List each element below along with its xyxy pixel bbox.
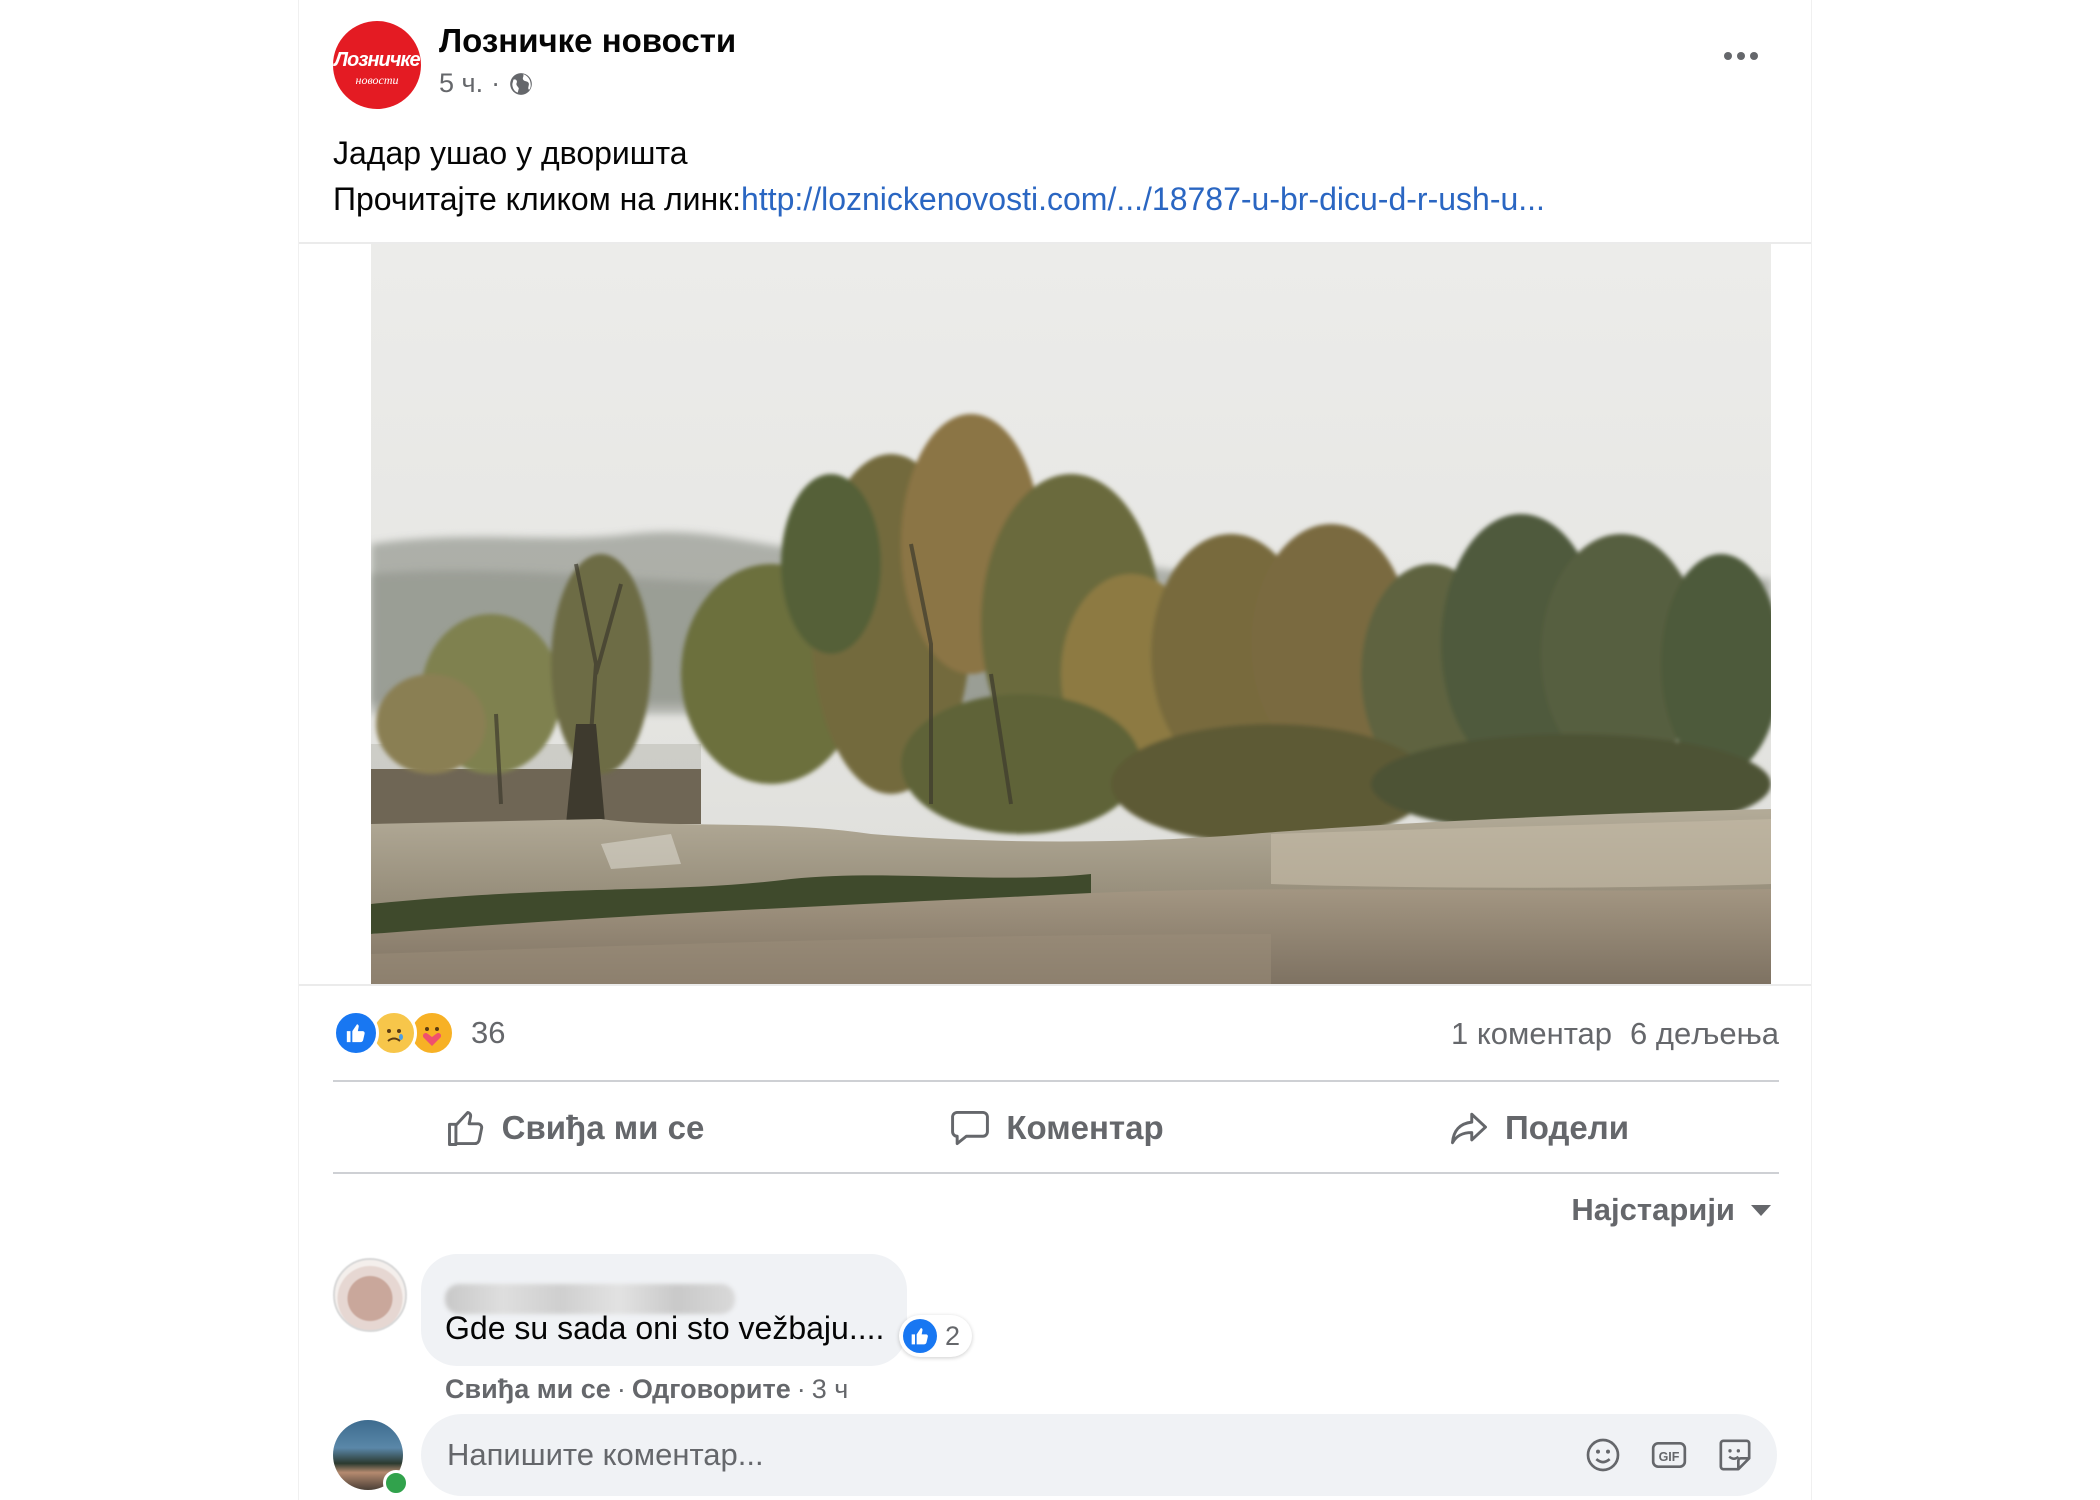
svg-text:GIF: GIF xyxy=(1659,1450,1680,1464)
comment-sort-dropdown[interactable]: Најстарији xyxy=(1571,1192,1771,1228)
sticker-icon[interactable] xyxy=(1715,1435,1755,1475)
page-avatar[interactable]: Лозничке новости xyxy=(333,21,421,109)
globe-icon xyxy=(510,72,532,95)
page-name[interactable]: Лозничке новости xyxy=(439,22,736,60)
post-card: Лозничке новости Лозничке новости 5 ч. ·… xyxy=(298,0,1812,1500)
comment-text: Gde su sada oni sto vežbaju.... xyxy=(445,1310,885,1346)
comment-actions: Свиђа ми се · Одговорите · 3 ч xyxy=(445,1374,848,1405)
post-text-line2: Прочитајте кликом на линк:http://loznick… xyxy=(333,176,1545,222)
comment-button[interactable]: Коментар xyxy=(815,1084,1297,1172)
logo-text-bottom: новости xyxy=(355,73,399,87)
comment-bubble: Gde su sada oni sto vežbaju.... xyxy=(421,1254,907,1366)
comment-time[interactable]: 3 ч xyxy=(812,1374,849,1405)
reactions-summary[interactable]: 36 xyxy=(333,1010,505,1056)
logo-text-top: Лозничке xyxy=(334,49,420,71)
thumbs-up-icon xyxy=(447,1110,483,1146)
post-actions: Свиђа ми се Коментар Подели xyxy=(333,1084,1779,1172)
comment-count[interactable]: 1 коментар xyxy=(1451,1016,1612,1052)
share-count[interactable]: 6 дељења xyxy=(1630,1016,1779,1052)
post-time[interactable]: 5 ч. xyxy=(439,68,483,99)
post-meta: 5 ч. · xyxy=(439,68,534,99)
sort-label: Најстарији xyxy=(1571,1192,1735,1227)
share-label: Подели xyxy=(1505,1109,1629,1146)
like-label: Свиђа ми се xyxy=(501,1109,705,1146)
post-text: Јадар ушао у дворишта Прочитајте кликом … xyxy=(333,130,1545,222)
like-reaction-icon xyxy=(903,1319,937,1353)
divider xyxy=(299,984,1811,986)
comment-input[interactable] xyxy=(445,1436,1549,1474)
article-link[interactable]: http://loznickenovosti.com/.../18787-u-b… xyxy=(741,181,1545,217)
comment-reactions[interactable]: 2 xyxy=(899,1315,973,1357)
like-button[interactable]: Свиђа ми се xyxy=(333,1084,815,1172)
post-text-prefix: Прочитајте кликом на линк: xyxy=(333,181,742,217)
caret-down-icon xyxy=(1751,1204,1771,1216)
comment-bubble-icon xyxy=(951,1110,990,1146)
comment-reply-link[interactable]: Одговорите xyxy=(632,1374,791,1405)
meta-separator: · xyxy=(491,68,501,98)
gif-icon[interactable]: GIF xyxy=(1649,1435,1689,1475)
flooded-river-photo xyxy=(371,244,1771,984)
engagement-counts: 1 коментар 6 дељења xyxy=(1451,1016,1779,1052)
post-image[interactable] xyxy=(371,244,1771,984)
commenter-avatar[interactable] xyxy=(333,1258,407,1332)
emoji-icon[interactable] xyxy=(1583,1435,1623,1475)
comment-like-link[interactable]: Свиђа ми се xyxy=(445,1374,611,1405)
more-options-icon[interactable] xyxy=(1721,44,1761,68)
share-arrow-icon xyxy=(1451,1112,1487,1145)
comment-reaction-count: 2 xyxy=(945,1320,961,1351)
separator: · xyxy=(796,1374,806,1404)
reaction-count: 36 xyxy=(471,1015,506,1050)
post-text-line1: Јадар ушао у дворишта xyxy=(333,135,688,171)
comment-composer: GIF xyxy=(421,1414,1777,1496)
online-status-dot xyxy=(383,1470,409,1496)
comment-label: Коментар xyxy=(1006,1109,1164,1146)
composer-icons: GIF xyxy=(1583,1414,1755,1496)
like-reaction-icon xyxy=(333,1010,379,1056)
divider xyxy=(333,1172,1779,1174)
divider xyxy=(333,1080,1779,1082)
share-button[interactable]: Подели xyxy=(1297,1084,1779,1172)
separator: · xyxy=(616,1374,626,1404)
